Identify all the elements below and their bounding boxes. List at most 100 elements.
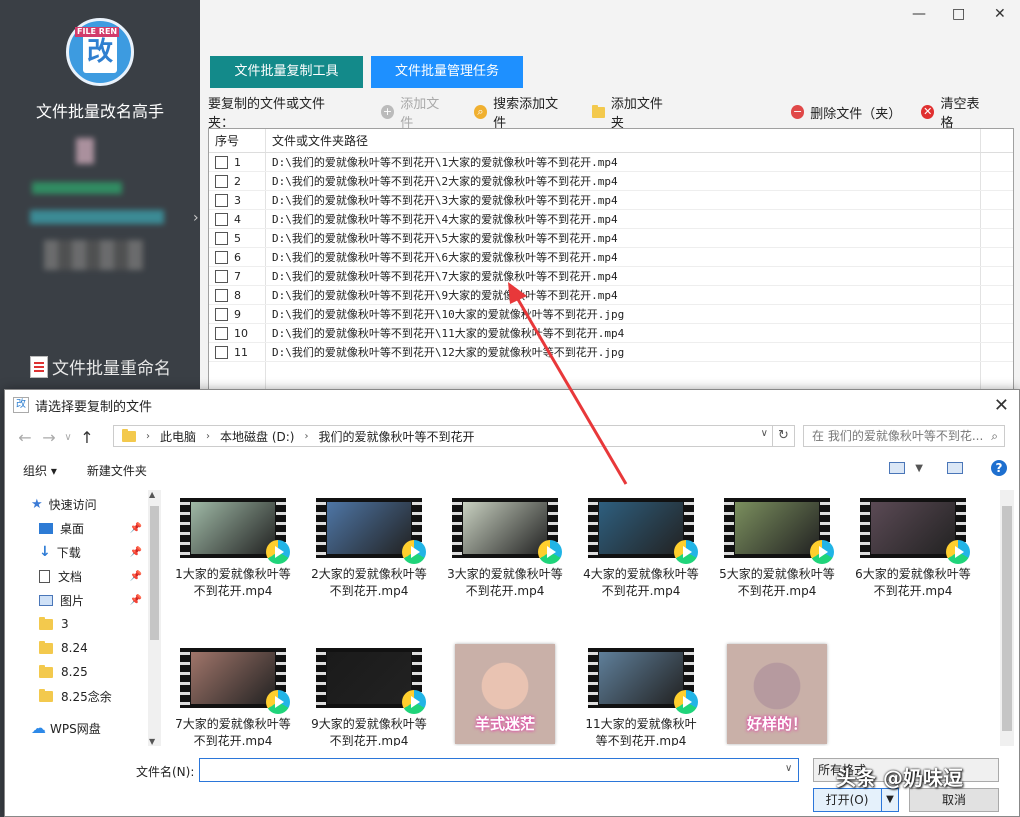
table-row[interactable]: 6 D:\我们的爱就像秋叶等不到花开\6大家的爱就像秋叶等不到花开.mp4 xyxy=(209,248,1013,267)
recent-locations-icon[interactable]: ∨ xyxy=(61,432,75,443)
refresh-icon[interactable]: ↻ xyxy=(773,425,795,447)
dialog-close-icon[interactable]: ✕ xyxy=(994,395,1009,416)
table-row[interactable]: 8 D:\我们的爱就像秋叶等不到花开\9大家的爱就像秋叶等不到花开.mp4 xyxy=(209,286,1013,305)
row-checkbox[interactable] xyxy=(215,345,228,359)
cancel-button[interactable]: 取消 xyxy=(909,788,999,812)
sidebar-item-label: 文件批量重命名 xyxy=(52,359,171,379)
breadcrumb-this-pc[interactable]: 此电脑 xyxy=(160,428,196,445)
filename-input[interactable] xyxy=(199,758,799,782)
clear-table-button[interactable]: ✕ 清空表格 xyxy=(921,93,990,131)
chevron-down-icon[interactable]: ∨ xyxy=(785,763,792,774)
watermark: 头条 @奶味逗 xyxy=(836,766,963,790)
tab-batch-task[interactable]: 文件批量管理任务 xyxy=(371,56,523,88)
nav-item[interactable]: 3 xyxy=(5,612,160,636)
file-item[interactable]: 6大家的爱就像秋叶等不到花开.mp4 xyxy=(845,490,981,640)
maximize-icon[interactable]: □ xyxy=(952,6,965,22)
dialog-title: 请选择要复制的文件 xyxy=(35,399,153,415)
breadcrumb-folder[interactable]: 我们的爱就像秋叶等不到花开 xyxy=(318,428,474,445)
address-bar[interactable]: › 此电脑 › 本地磁盘 (D:) › 我们的爱就像秋叶等不到花开 ∨ xyxy=(113,425,773,447)
table-row[interactable]: 4 D:\我们的爱就像秋叶等不到花开\4大家的爱就像秋叶等不到花开.mp4 xyxy=(209,210,1013,229)
nav-item[interactable]: 文档 📌 xyxy=(5,564,160,588)
search-input[interactable]: 在 我们的爱就像秋叶等不到花... ⌕ xyxy=(803,425,1005,447)
nav-item[interactable]: ☁ WPS网盘 xyxy=(5,716,160,740)
chevron-down-icon[interactable]: ∨ xyxy=(761,428,768,439)
new-folder-button[interactable]: 新建文件夹 xyxy=(87,462,147,479)
file-item[interactable]: 羊式迷茫10大家的爱就像秋叶等不到花开.jpg xyxy=(437,640,573,746)
file-item[interactable]: 7大家的爱就像秋叶等不到花开.mp4 xyxy=(165,640,301,746)
desktop-icon xyxy=(39,522,53,534)
col-num-header: 序号 xyxy=(209,129,266,152)
row-checkbox[interactable] xyxy=(215,269,228,283)
file-item[interactable]: 1大家的爱就像秋叶等不到花开.mp4 xyxy=(165,490,301,640)
open-button-label: 打开(O) xyxy=(825,793,869,807)
search-icon: ⌕ xyxy=(473,105,488,119)
add-file-button[interactable]: + 添加文件 xyxy=(380,93,450,131)
video-play-icon xyxy=(674,690,698,714)
table-row[interactable]: 9 D:\我们的爱就像秋叶等不到花开\10大家的爱就像秋叶等不到花开.jpg xyxy=(209,305,1013,324)
nav-item[interactable]: 8.25念余 xyxy=(5,684,160,708)
nav-pane-scrollbar[interactable]: ▲ ▼ xyxy=(148,490,161,746)
row-checkbox[interactable] xyxy=(215,250,228,264)
search-add-file-button[interactable]: ⌕ 搜索添加文件 xyxy=(473,93,568,131)
row-checkbox[interactable] xyxy=(215,231,228,245)
search-placeholder: 在 我们的爱就像秋叶等不到花... xyxy=(812,429,984,443)
view-options-icon[interactable]: ▼ xyxy=(915,463,923,474)
add-folder-button[interactable]: 添加文件夹 xyxy=(591,93,673,131)
close-icon[interactable]: ✕ xyxy=(994,6,1006,22)
search-icon: ⌕ xyxy=(991,429,998,443)
app-icon: 改 xyxy=(13,397,29,413)
nav-item[interactable]: ↓ 下载 📌 xyxy=(5,540,160,564)
sidebar-collapse-icon[interactable]: › xyxy=(193,210,199,226)
row-checkbox[interactable] xyxy=(215,307,228,321)
back-arrow-icon[interactable]: ← xyxy=(13,428,37,447)
breadcrumb-disk-d[interactable]: 本地磁盘 (D:) xyxy=(220,428,294,445)
video-thumbnail xyxy=(452,498,562,564)
help-icon[interactable]: ? xyxy=(991,460,1007,476)
table-row[interactable]: 5 D:\我们的爱就像秋叶等不到花开\5大家的爱就像秋叶等不到花开.mp4 xyxy=(209,229,1013,248)
file-grid-scrollbar[interactable] xyxy=(1000,490,1014,746)
minimize-icon[interactable]: — xyxy=(912,6,926,22)
row-number: 8 xyxy=(234,288,241,302)
file-item[interactable]: 9大家的爱就像秋叶等不到花开.mp4 xyxy=(301,640,437,746)
row-checkbox[interactable] xyxy=(215,288,228,302)
nav-item[interactable]: 桌面 📌 xyxy=(5,516,160,540)
row-checkbox[interactable] xyxy=(215,155,228,169)
row-checkbox[interactable] xyxy=(215,193,228,207)
table-row[interactable]: 3 D:\我们的爱就像秋叶等不到花开\3大家的爱就像秋叶等不到花开.mp4 xyxy=(209,191,1013,210)
file-item[interactable]: 2大家的爱就像秋叶等不到花开.mp4 xyxy=(301,490,437,640)
sidebar-item-batch-rename[interactable]: 文件批量重命名 xyxy=(30,354,171,379)
row-checkbox[interactable] xyxy=(215,212,228,226)
nav-item-label: 8.24 xyxy=(61,641,88,655)
preview-pane-icon[interactable] xyxy=(947,462,963,474)
table-row[interactable]: 1 D:\我们的爱就像秋叶等不到花开\1大家的爱就像秋叶等不到花开.mp4 xyxy=(209,153,1013,172)
file-item[interactable]: 3大家的爱就像秋叶等不到花开.mp4 xyxy=(437,490,573,640)
change-view-icon[interactable] xyxy=(889,462,906,474)
up-arrow-icon[interactable]: ↑ xyxy=(75,428,99,447)
row-checkbox[interactable] xyxy=(215,326,228,340)
command-bar: 组织 ▾ 新建文件夹 ▼ ? xyxy=(5,456,1019,484)
nav-item[interactable]: 8.25 xyxy=(5,660,160,684)
nav-item-label: 桌面 xyxy=(60,521,85,536)
file-item[interactable]: 11大家的爱就像秋叶等不到花开.mp4 xyxy=(573,640,709,746)
row-path: D:\我们的爱就像秋叶等不到花开\3大家的爱就像秋叶等不到花开.mp4 xyxy=(266,191,981,209)
row-checkbox[interactable] xyxy=(215,174,228,188)
table-row[interactable]: 2 D:\我们的爱就像秋叶等不到花开\2大家的爱就像秋叶等不到花开.mp4 xyxy=(209,172,1013,191)
nav-item[interactable]: ★ 快速访问 xyxy=(5,492,160,516)
file-item[interactable]: 4大家的爱就像秋叶等不到花开.mp4 xyxy=(573,490,709,640)
row-path: D:\我们的爱就像秋叶等不到花开\9大家的爱就像秋叶等不到花开.mp4 xyxy=(266,286,981,304)
file-item[interactable]: 5大家的爱就像秋叶等不到花开.mp4 xyxy=(709,490,845,640)
forward-arrow-icon[interactable]: → xyxy=(37,428,61,447)
dialog-titlebar: 改 请选择要复制的文件 xyxy=(5,390,1019,420)
table-row[interactable]: 11 D:\我们的爱就像秋叶等不到花开\12大家的爱就像秋叶等不到花开.jpg xyxy=(209,343,1013,362)
file-name: 3大家的爱就像秋叶等不到花开.mp4 xyxy=(447,567,563,598)
nav-item[interactable]: 图片 📌 xyxy=(5,588,160,612)
table-row[interactable]: 10 D:\我们的爱就像秋叶等不到花开\11大家的爱就像秋叶等不到花开.mp4 xyxy=(209,324,1013,343)
organize-button[interactable]: 组织 ▾ xyxy=(23,462,57,479)
table-row[interactable]: 7 D:\我们的爱就像秋叶等不到花开\7大家的爱就像秋叶等不到花开.mp4 xyxy=(209,267,1013,286)
delete-file-button[interactable]: − 删除文件（夹） xyxy=(790,103,901,122)
open-dropdown-icon[interactable]: ▼ xyxy=(881,788,899,812)
file-item[interactable]: 好样的！12大家的爱就像秋叶等不到花开.jpg xyxy=(709,640,845,746)
nav-item[interactable]: 8.24 xyxy=(5,636,160,660)
app-logo: FILE REN 改 xyxy=(66,18,134,86)
tab-copy-tool[interactable]: 文件批量复制工具 xyxy=(210,56,363,88)
